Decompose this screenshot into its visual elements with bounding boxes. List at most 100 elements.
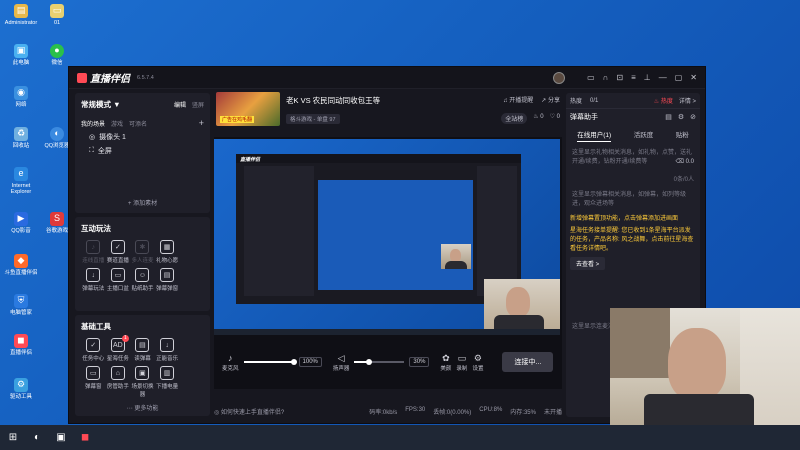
tool-multi-mic[interactable]: ✱ 多人连麦 xyxy=(130,240,155,264)
app-name: 直播伴侣 xyxy=(90,74,130,85)
tab-activity[interactable]: 活跃度 xyxy=(634,129,654,142)
record-button[interactable]: ▭ 录制 xyxy=(456,353,467,372)
desktop-icon-network[interactable]: ◉ 网络 xyxy=(4,86,38,108)
expand-icon[interactable]: ⊡ xyxy=(616,73,623,82)
speaker-slider[interactable] xyxy=(354,359,405,365)
hearts: ♡ 0 xyxy=(549,113,560,120)
share-button[interactable]: ↗ 分享 xyxy=(541,95,560,104)
tool-music[interactable]: ↓ 正能音乐 xyxy=(155,338,180,362)
desktop-icon-douyu[interactable]: ◆ 斗鱼直播伴侣 xyxy=(4,254,38,276)
tool-link-live[interactable]: ♪ 连线直播 xyxy=(81,240,106,264)
tool-scene-switcher[interactable]: ▣ 场景切换器 xyxy=(130,366,155,398)
menu-icon[interactable]: ≡ xyxy=(631,73,636,82)
desktop-icon-live-companion[interactable]: ◼ 直播伴侣 xyxy=(4,334,38,356)
headset-icon[interactable]: ∩ xyxy=(603,73,609,82)
app-version: 6.5.7.4 xyxy=(137,74,154,81)
room-category[interactable]: 格斗游戏 - 单盘 97 xyxy=(286,113,340,124)
wechat-icon: ● xyxy=(50,44,64,58)
desktop-icon-driver[interactable]: ⚙ 驱动工具 xyxy=(4,378,38,400)
close-icon[interactable]: ✕ xyxy=(690,73,697,82)
scene-item-fullscreen[interactable]: ⛶ 全屏 xyxy=(81,146,204,156)
tab-other[interactable]: 可添名 xyxy=(129,119,147,128)
recycle-bin-icon: ♻ xyxy=(14,127,28,141)
mic-control[interactable]: ♪ 麦克风 xyxy=(222,353,239,372)
tool-race[interactable]: ✓ 赛道直播 xyxy=(106,240,131,264)
help-icon: ◎ xyxy=(214,409,221,416)
desktop-icon-ie[interactable]: e Internet Explorer xyxy=(4,167,38,195)
desktop-icons: ▤ Administrator ▭ 01 ▣ 此电脑 ● 微信 ◉ 网络 ♻ 回收站 ◐ QQ… xyxy=(0,0,70,425)
notify-button[interactable]: ♫ 开播提醒 xyxy=(503,95,533,104)
mic-icon: ♪ xyxy=(86,240,101,254)
tool-gift-wish[interactable]: ▦ 礼物心愿 xyxy=(155,240,180,264)
douyu-icon: ◆ xyxy=(14,254,28,268)
tab-my-scenes[interactable]: 我的场景 xyxy=(81,119,105,128)
mic-slider[interactable] xyxy=(243,359,297,365)
user-avatar[interactable] xyxy=(553,71,566,84)
tab-online-users[interactable]: 在线用户(1) xyxy=(577,129,612,142)
portrait-button[interactable]: 竖屏 xyxy=(192,100,204,109)
live-companion-taskbar-icon[interactable]: ◼ xyxy=(78,431,92,445)
add-source-button[interactable]: + 添加素材 xyxy=(75,198,210,207)
tab-game[interactable]: 游戏 xyxy=(111,119,123,128)
tab-fans[interactable]: 贴粉 xyxy=(676,129,689,142)
clear-icon[interactable]: ⊘ xyxy=(690,113,696,121)
tool-anchor-chest[interactable]: ▭ 主播口盆 xyxy=(106,268,131,292)
room-cover[interactable]: 广告在鸡毛翻 xyxy=(216,92,280,126)
desktop-icon-computer[interactable]: ▣ 此电脑 xyxy=(4,44,38,66)
list-icon[interactable]: ▤ xyxy=(665,113,672,121)
music-download-icon: ↓ xyxy=(160,338,175,352)
add-scene-button[interactable]: + xyxy=(199,118,204,128)
desktop-icon-qqplayer[interactable]: ▶ QQ影音 xyxy=(4,212,38,234)
nested-preview xyxy=(318,180,473,290)
speaker-volume[interactable]: 30% xyxy=(409,357,430,367)
scene-item-camera[interactable]: ◎ 摄像头 1 xyxy=(81,132,204,142)
settings-button[interactable]: ⚙ 设置 xyxy=(472,353,483,372)
pin-icon[interactable]: ⊥ xyxy=(644,73,651,82)
tool-battery[interactable]: ▥ 下播电量 xyxy=(155,366,180,398)
beauty-button[interactable]: ✿ 美颜 xyxy=(440,353,451,372)
desktop-icon-wechat[interactable]: ● 微信 xyxy=(40,44,74,66)
minimize-icon[interactable]: — xyxy=(659,73,667,82)
edit-button[interactable]: 编辑 xyxy=(174,100,186,109)
notice-task: 星海任务接单提醒: 您已收到1条星海平台派发的任务，产品名称: 风之战舞，点击前… xyxy=(570,228,694,252)
tool-danmu-popup[interactable]: ▤ 弹幕弹窗 xyxy=(155,268,180,292)
desktop-icon-administrator[interactable]: ▤ Administrator xyxy=(4,4,38,26)
room-title[interactable]: 老K VS 农民同动同收包王等 xyxy=(286,95,380,106)
tool-task-center[interactable]: ✓ 任务中心 xyxy=(81,338,106,362)
app-icon-1[interactable]: ▣ xyxy=(54,431,68,445)
share-icon: ↗ xyxy=(541,97,548,104)
go-view-button[interactable]: 去查看 > xyxy=(570,257,606,270)
windows-taskbar: ⊞ ◐ ▣ ◼ xyxy=(0,425,800,450)
mic-icon: ♪ xyxy=(228,352,233,363)
tool-room-admin[interactable]: ⌂ 房管助手 xyxy=(106,366,131,398)
more-functions-button[interactable]: ⋯ 更多功能 xyxy=(75,403,210,412)
desktop-icon-recycle[interactable]: ♻ 回收站 xyxy=(4,127,38,149)
multi-mic-icon: ✱ xyxy=(135,240,150,254)
chat-icon[interactable]: ▭ xyxy=(587,73,595,82)
detail-link[interactable]: 详情 > xyxy=(679,96,696,105)
connect-button[interactable]: 连接中... xyxy=(502,352,554,372)
mic-volume[interactable]: 100% xyxy=(298,357,322,367)
rank-tag[interactable]: 全站榜 xyxy=(501,112,528,124)
network-icon: ◉ xyxy=(14,86,28,100)
help-link[interactable]: ◎ 如何快速上手直播伴侣? xyxy=(214,407,284,416)
mode-selector[interactable]: 常规模式 ▼ xyxy=(81,99,121,110)
desktop-icon-folder[interactable]: ▭ 01 xyxy=(40,4,74,26)
tool-read-danmu[interactable]: ▤ 读弹幕 xyxy=(130,338,155,362)
tool-star-task[interactable]: AD 1 星海任务 xyxy=(106,335,131,362)
scene-panel: 常规模式 ▼ 编辑 竖屏 我的场景 游戏 可添名 + ◎ 摄像头 1 ⛶ 全屏 … xyxy=(75,93,210,213)
read-icon: ▤ xyxy=(135,338,150,352)
speaker-control[interactable]: ◁ 扬声器 xyxy=(333,353,350,372)
tool-sticker[interactable]: ☺ 贴纸助手 xyxy=(130,268,155,292)
edge-icon[interactable]: ◐ xyxy=(30,431,44,445)
room-header: 广告在鸡毛翻 老K VS 农民同动同收包王等 格斗游戏 - 单盘 97 ♫ 开播… xyxy=(214,89,562,129)
popup-icon: ▤ xyxy=(160,268,175,282)
start-icon[interactable]: ⊞ xyxy=(6,431,20,445)
download-icon: ↓ xyxy=(86,268,101,282)
maximize-icon[interactable]: ▢ xyxy=(675,73,683,82)
preview-area[interactable]: 直播伴侣 ♪ 麦克风 100% ◁ 扬声器 30% ✿ 美颜 ▭ 录制 ⚙ 设置… xyxy=(214,137,562,389)
tool-danmu-window[interactable]: ▭ 弹幕窗 xyxy=(81,366,106,398)
settings-icon[interactable]: ⚙ xyxy=(678,113,684,121)
desktop-icon-guard[interactable]: ⛨ 电脑管家 xyxy=(4,294,38,316)
tool-danmu-play[interactable]: ↓ 弹幕玩法 xyxy=(81,268,106,292)
